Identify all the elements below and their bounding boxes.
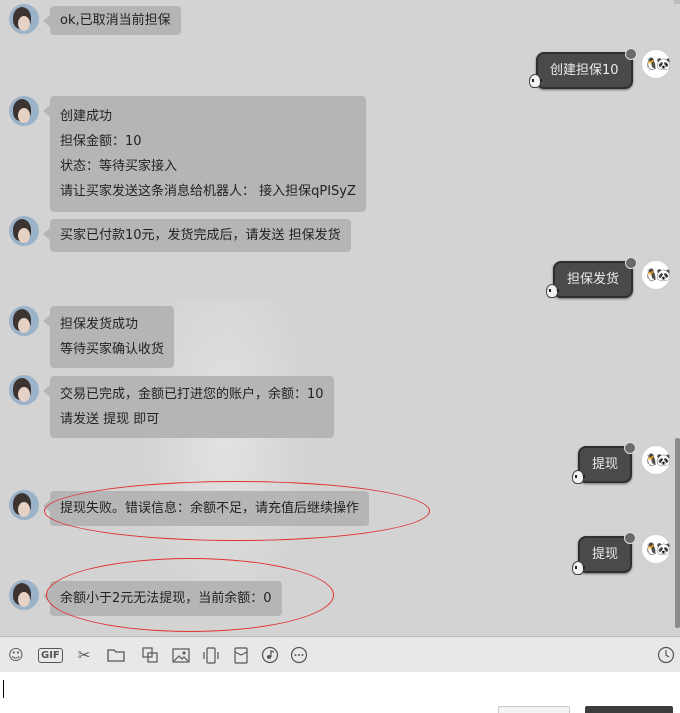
input-toolbar: ☺ GIF ✂ — [0, 636, 680, 672]
message-line: 担保金额：10 — [60, 134, 142, 149]
message-line: 创建成功 — [60, 109, 113, 124]
translate-icon[interactable] — [140, 645, 160, 665]
smile-icon[interactable]: ☺ — [6, 645, 26, 665]
message-text: 提现 — [592, 457, 619, 472]
close-button[interactable] — [498, 706, 570, 713]
message-line: ok,已取消当前担保 — [60, 13, 171, 28]
vibrate-icon[interactable] — [201, 645, 221, 665]
message-line: 请发送 提现 即可 — [60, 412, 160, 427]
bot-avatar[interactable] — [9, 306, 39, 336]
my-avatar[interactable]: 🐧🐼 — [641, 49, 671, 79]
music-icon[interactable] — [260, 645, 280, 665]
bot-message: 买家已付款10元，发货完成后，请发送 担保发货 — [43, 219, 351, 252]
message-line: 请让买家发送这条消息给机器人： 接入担保qPISyZ — [60, 184, 356, 199]
message-text: 创建担保10 — [550, 63, 619, 78]
penguin-avatar-icon: 🐧🐼 — [644, 57, 670, 71]
bot-avatar[interactable] — [9, 375, 39, 405]
message-line: 状态：等待买家接入 — [60, 159, 178, 174]
bot-avatar[interactable] — [9, 216, 39, 246]
message-line: 余额小于2元无法提现，当前余额：0 — [60, 591, 272, 606]
message-line: 等待买家确认收货 — [60, 342, 165, 357]
message-text: 提现 — [592, 547, 619, 562]
folder-icon[interactable] — [106, 645, 126, 665]
bot-message: ok,已取消当前担保 — [43, 6, 181, 35]
bot-avatar[interactable] — [9, 4, 39, 34]
my-message: 创建担保10 — [536, 48, 637, 89]
bot-message: 提现失败。错误信息：余额不足，请充值后继续操作 — [42, 491, 370, 526]
scissors-icon[interactable]: ✂ — [74, 645, 94, 665]
bot-message: 创建成功 担保金额：10 状态：等待买家接入 请让买家发送这条消息给机器人： 接… — [43, 96, 366, 212]
gif-icon[interactable]: GIF — [38, 648, 63, 663]
bot-message: 交易已完成，金额已打进您的账户，余额：10 请发送 提现 即可 — [43, 376, 334, 438]
message-line: 提现失败。错误信息：余额不足，请充值后继续操作 — [60, 501, 360, 516]
gif-label: GIF — [41, 649, 60, 661]
send-button[interactable] — [585, 706, 673, 713]
message-line: 买家已付款10元，发货完成后，请发送 担保发货 — [60, 228, 341, 243]
bot-message: 余额小于2元无法提现，当前余额：0 — [43, 581, 282, 616]
bot-avatar[interactable] — [9, 580, 39, 610]
image-icon[interactable] — [171, 645, 191, 665]
bot-avatar[interactable] — [9, 96, 39, 126]
scrollbar-thumb[interactable] — [675, 438, 680, 628]
penguin-avatar-icon: 🐧🐼 — [644, 453, 670, 467]
message-line: 交易已完成，金额已打进您的账户，余额：10 — [60, 387, 324, 402]
bot-message: 担保发货成功 等待买家确认收货 — [42, 306, 175, 368]
bot-avatar[interactable] — [9, 490, 39, 520]
my-message: 提现 — [578, 532, 637, 573]
my-message: 提现 — [578, 442, 637, 483]
my-avatar[interactable]: 🐧🐼 — [641, 534, 671, 564]
red-packet-icon[interactable] — [231, 645, 251, 665]
penguin-avatar-icon: 🐧🐼 — [644, 542, 670, 556]
skull-icon — [572, 561, 585, 575]
more-icon[interactable] — [289, 645, 309, 665]
history-icon[interactable] — [656, 645, 676, 665]
penguin-avatar-icon: 🐧🐼 — [644, 268, 670, 282]
skull-icon — [546, 284, 559, 298]
scrollbar-top-cap[interactable] — [674, 0, 680, 4]
message-input[interactable] — [0, 672, 680, 713]
chat-history: ok,已取消当前担保 🐧🐼 创建担保10 创建成功 担保金额：10 状态：等待买… — [0, 0, 680, 636]
text-caret — [3, 680, 4, 698]
skull-icon — [529, 74, 542, 88]
my-message: 担保发货 — [553, 257, 638, 298]
my-avatar[interactable]: 🐧🐼 — [641, 260, 671, 290]
message-text: 担保发货 — [567, 272, 620, 287]
skull-icon — [572, 470, 585, 484]
my-avatar[interactable]: 🐧🐼 — [641, 445, 671, 475]
message-line: 担保发货成功 — [60, 317, 139, 332]
